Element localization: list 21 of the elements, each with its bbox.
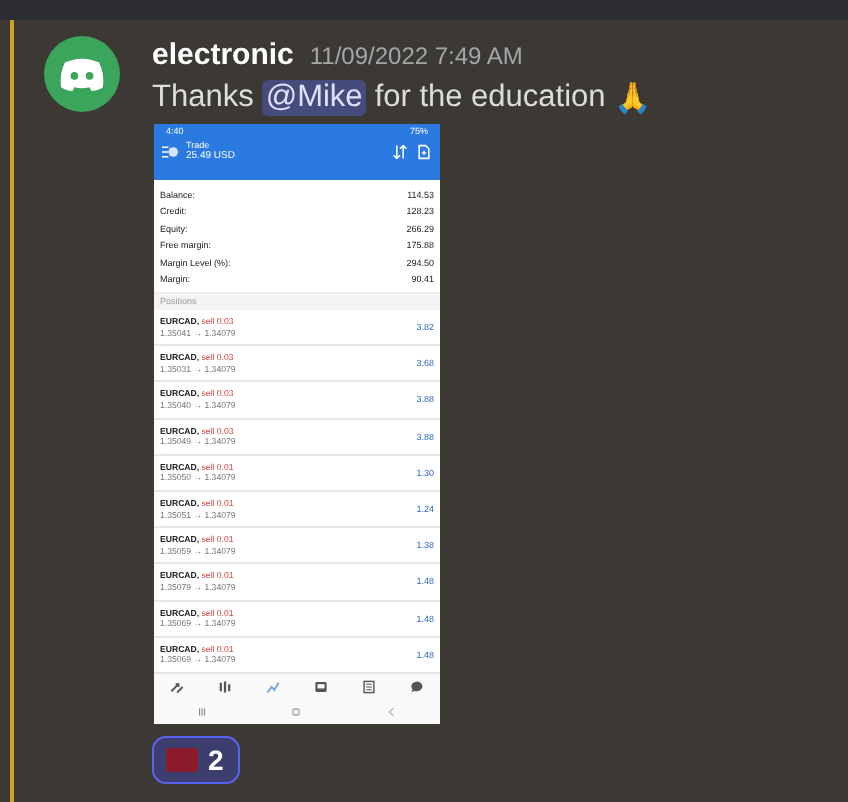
bars-icon[interactable] bbox=[218, 680, 233, 695]
document-icon[interactable] bbox=[416, 143, 432, 159]
message-text: for the education bbox=[374, 80, 606, 116]
home-icon[interactable] bbox=[290, 706, 303, 719]
inbox-icon[interactable] bbox=[313, 680, 328, 695]
screenshot-attachment[interactable] bbox=[154, 124, 440, 724]
reaction-icon bbox=[166, 748, 198, 772]
arrows-icon[interactable] bbox=[170, 680, 185, 695]
recent-apps-icon[interactable] bbox=[195, 706, 208, 719]
author-name[interactable]: electronic bbox=[152, 38, 294, 72]
reaction-button[interactable]: 2 bbox=[152, 736, 240, 784]
sort-icon[interactable] bbox=[392, 143, 408, 159]
mention-link[interactable]: @Mike bbox=[261, 80, 367, 116]
chat-icon[interactable] bbox=[409, 680, 424, 695]
message-text: Thanks bbox=[152, 80, 254, 116]
avatar-icon[interactable] bbox=[44, 36, 120, 112]
menu-icon[interactable] bbox=[162, 143, 178, 159]
newspaper-icon[interactable] bbox=[361, 680, 376, 695]
trend-icon[interactable] bbox=[266, 680, 281, 695]
timestamp: 11/09/2022 7:49 AM bbox=[309, 42, 523, 70]
emoji: 🙏 bbox=[613, 80, 652, 116]
